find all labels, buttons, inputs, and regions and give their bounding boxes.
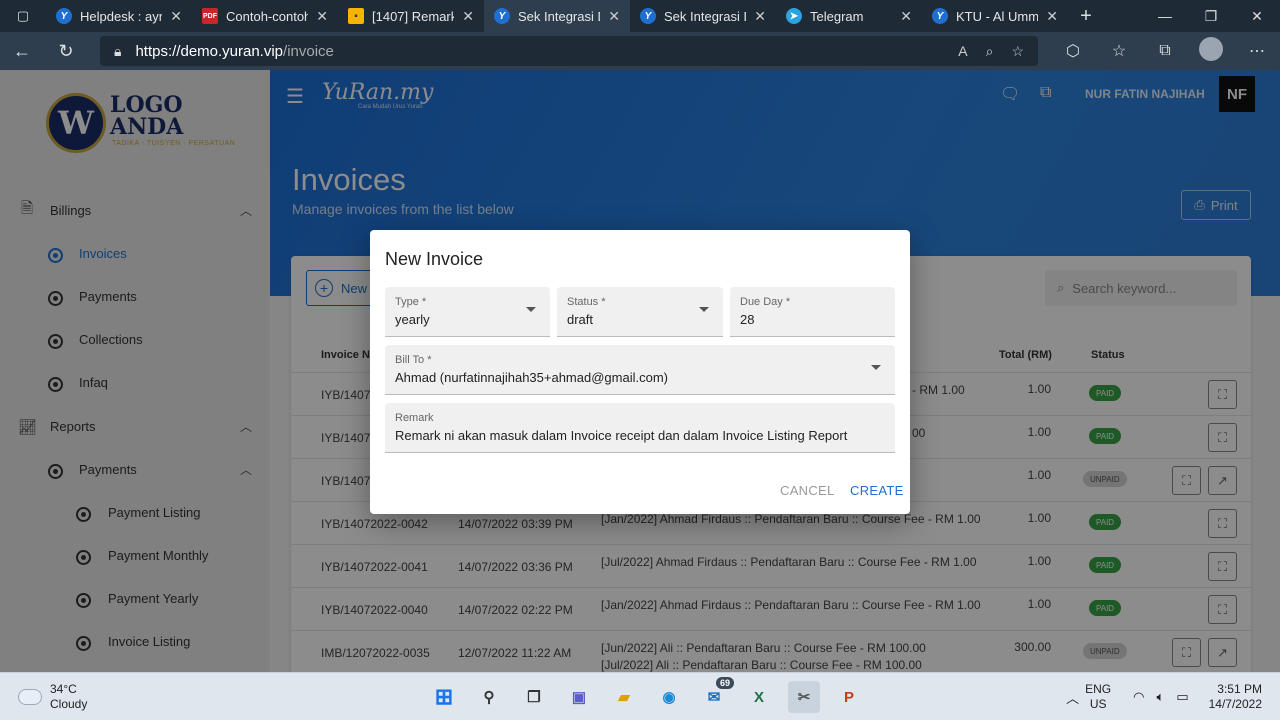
file-explorer-icon[interactable]: ▰ [608, 681, 640, 713]
close-tab-icon[interactable]: ✕ [316, 8, 328, 25]
taskbar: 34°CCloudy ⊞ ⚲ ❐ ▣ ▰ ◉ ✉ X ✂ P ︿ ENGUS ◠… [0, 672, 1280, 720]
profile-icon[interactable] [1188, 36, 1234, 66]
powerpoint-icon[interactable]: P [833, 681, 865, 713]
yuran-favicon-icon: Y [56, 8, 72, 24]
favorites-icon[interactable]: ☆ [1096, 41, 1142, 61]
edge-browser-icon[interactable]: ◉ [653, 681, 685, 713]
close-tab-icon[interactable]: ✕ [462, 8, 474, 25]
yuran-favicon-icon: Y [494, 8, 510, 24]
type-select[interactable]: Type * yearly [385, 287, 550, 337]
new-tab-button[interactable]: + [1068, 0, 1104, 32]
window-controls: — ❐ ✕ [1142, 0, 1280, 32]
minimize-icon[interactable]: — [1142, 0, 1188, 32]
task-view-icon[interactable]: ❐ [518, 681, 550, 713]
browser-tab-strip: ▢ Y Helpdesk : ayra ✕ PDF Contoh-contoh ✕ ▪[… [0, 0, 1280, 32]
dropdown-arrow-icon [526, 307, 536, 312]
browser-tab[interactable]: Y Sek Integrasi D ✕ [630, 0, 776, 32]
close-tab-icon[interactable]: ✕ [170, 8, 182, 25]
browser-tab[interactable]: Y Helpdesk : ayra ✕ [46, 0, 192, 32]
cancel-button[interactable]: CANCEL [780, 483, 835, 498]
new-invoice-dialog: New Invoice Type * yearly Status * draft… [370, 230, 910, 514]
remark-input[interactable]: Remark Remark ni akan masuk dalam Invoic… [385, 403, 895, 453]
extensions-icon[interactable]: ⬡ [1050, 41, 1096, 61]
refresh-icon[interactable]: ↻ [44, 32, 88, 70]
lock-icon: 🔒︎ [114, 42, 122, 59]
address-bar[interactable]: 🔒︎ https://demo.yuran.vip/invoice A ⌕ ☆ [100, 36, 1038, 66]
browser-tab[interactable]: ➤ Telegram ✕ [776, 0, 922, 32]
weather-widget[interactable]: 34°C Cloudy [18, 682, 87, 712]
dialog-title: New Invoice [385, 249, 484, 269]
close-tab-icon[interactable]: ✕ [900, 8, 912, 25]
close-tab-icon[interactable]: ✕ [608, 8, 620, 25]
close-tab-icon[interactable]: ✕ [754, 8, 766, 25]
yuran-favicon-icon: Y [932, 8, 948, 24]
chevron-up-icon[interactable]: ︿ [1066, 688, 1079, 707]
maximize-icon[interactable]: ❐ [1188, 0, 1234, 32]
system-tray: ︿ ENG US ◠ 🔈︎ ▭ 3:51 PM 14/7/2022 [1060, 673, 1280, 720]
telegram-favicon-icon: ➤ [786, 8, 802, 24]
close-window-icon[interactable]: ✕ [1234, 0, 1280, 32]
create-button[interactable]: CREATE [850, 483, 904, 498]
close-tab-icon[interactable]: ✕ [1046, 8, 1058, 25]
mail-icon[interactable]: ✉ [698, 677, 734, 713]
cloud-icon [18, 689, 42, 705]
snipping-tool-icon[interactable]: ✂ [788, 681, 820, 713]
language-indicator[interactable]: ENG US [1085, 682, 1111, 712]
bill-to-select[interactable]: Bill To * Ahmad (nurfatinnajihah35+ahmad… [385, 345, 895, 395]
windows-start-icon[interactable]: ⊞ [428, 681, 460, 713]
teams-chat-icon[interactable]: ▣ [563, 681, 595, 713]
yuran-favicon-icon: Y [640, 8, 656, 24]
status-select[interactable]: Status * draft [557, 287, 723, 337]
dropdown-arrow-icon [699, 307, 709, 312]
volume-icon[interactable]: 🔈︎ [1157, 689, 1165, 705]
battery-icon[interactable]: ▭ [1176, 689, 1188, 705]
dropdown-arrow-icon [871, 365, 881, 370]
browser-tab[interactable]: PDF Contoh-contoh ✕ [192, 0, 338, 32]
clock[interactable]: 3:51 PM 14/7/2022 [1209, 682, 1262, 712]
wifi-icon[interactable]: ◠ [1133, 689, 1144, 705]
favorite-star-icon[interactable]: ☆ [1011, 43, 1024, 60]
back-arrow-icon[interactable]: ← [0, 32, 44, 70]
excel-icon[interactable]: X [743, 681, 775, 713]
browser-toolbar: ← ↻ 🔒︎ https://demo.yuran.vip/invoice A … [0, 32, 1280, 70]
note-favicon-icon: ▪ [348, 8, 364, 24]
read-aloud-icon[interactable]: A [958, 43, 967, 59]
browser-tab[interactable]: Y KTU - Al Umm ✕ [922, 0, 1068, 32]
browser-tab-active[interactable]: Y Sek Integrasi D ✕ [484, 0, 630, 32]
zoom-icon[interactable]: ⌕ [986, 43, 994, 60]
collections-icon[interactable]: ⧉ [1142, 42, 1188, 60]
search-icon[interactable]: ⚲ [473, 681, 505, 713]
pdf-favicon-icon: PDF [202, 8, 218, 24]
due-day-input[interactable]: Due Day * 28 [730, 287, 895, 337]
more-menu-icon[interactable]: ⋯ [1234, 41, 1280, 61]
browser-tab[interactable]: ▪ [1407] Remark ✕ [338, 0, 484, 32]
tab-actions-icon[interactable]: ▢ [0, 0, 46, 32]
